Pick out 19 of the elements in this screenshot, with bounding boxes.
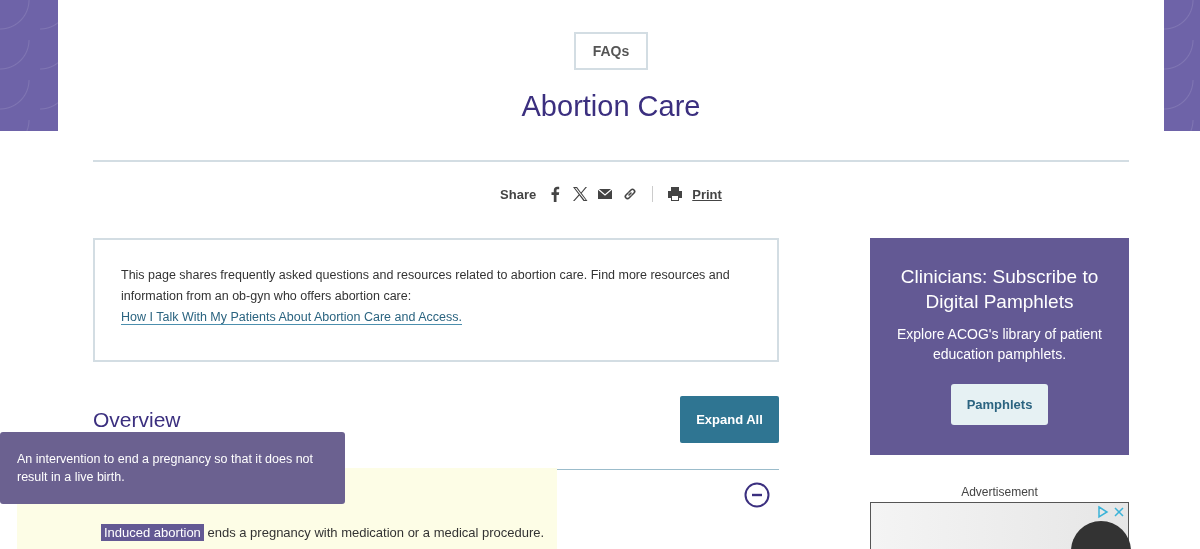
promo-title: Clinicians: Subscribe to Digital Pamphlets bbox=[899, 265, 1100, 314]
intro-paragraph: This page shares frequently asked questions and resources related to abortion care. Find more resources and information from an ob-gyn who offers abortion care: How I Talk With My Patients About Abortion Care and Access. bbox=[121, 267, 731, 327]
x-logo-icon[interactable] bbox=[572, 186, 589, 202]
promo-text: Explore ACOG's library of patient education pamphlets. bbox=[896, 325, 1103, 364]
answer-text: Induced abortion ends a pregnancy with medication or a medical procedure. bbox=[101, 525, 545, 540]
page-title: Abortion Care bbox=[521, 90, 701, 123]
expand-all-button[interactable]: Expand All bbox=[680, 396, 779, 443]
link-icon[interactable] bbox=[622, 186, 639, 202]
tooltip-text: An intervention to end a pregnancy so that it does not result in a live birth. bbox=[17, 451, 315, 486]
printer-icon[interactable] bbox=[667, 186, 684, 202]
collapse-icon[interactable] bbox=[744, 482, 770, 508]
section-heading: Overview bbox=[93, 407, 181, 432]
ad-label: Advertisement bbox=[960, 485, 1039, 499]
envelope-icon[interactable] bbox=[597, 186, 614, 202]
print-link[interactable]: Print bbox=[692, 186, 722, 202]
pamphlets-button[interactable]: Pamphlets bbox=[951, 384, 1048, 425]
share-label: Share bbox=[500, 186, 537, 202]
category-label: FAQs bbox=[573, 32, 649, 70]
article-link[interactable]: How I Talk With My Patients About Abortion Care and Access. bbox=[121, 310, 462, 325]
